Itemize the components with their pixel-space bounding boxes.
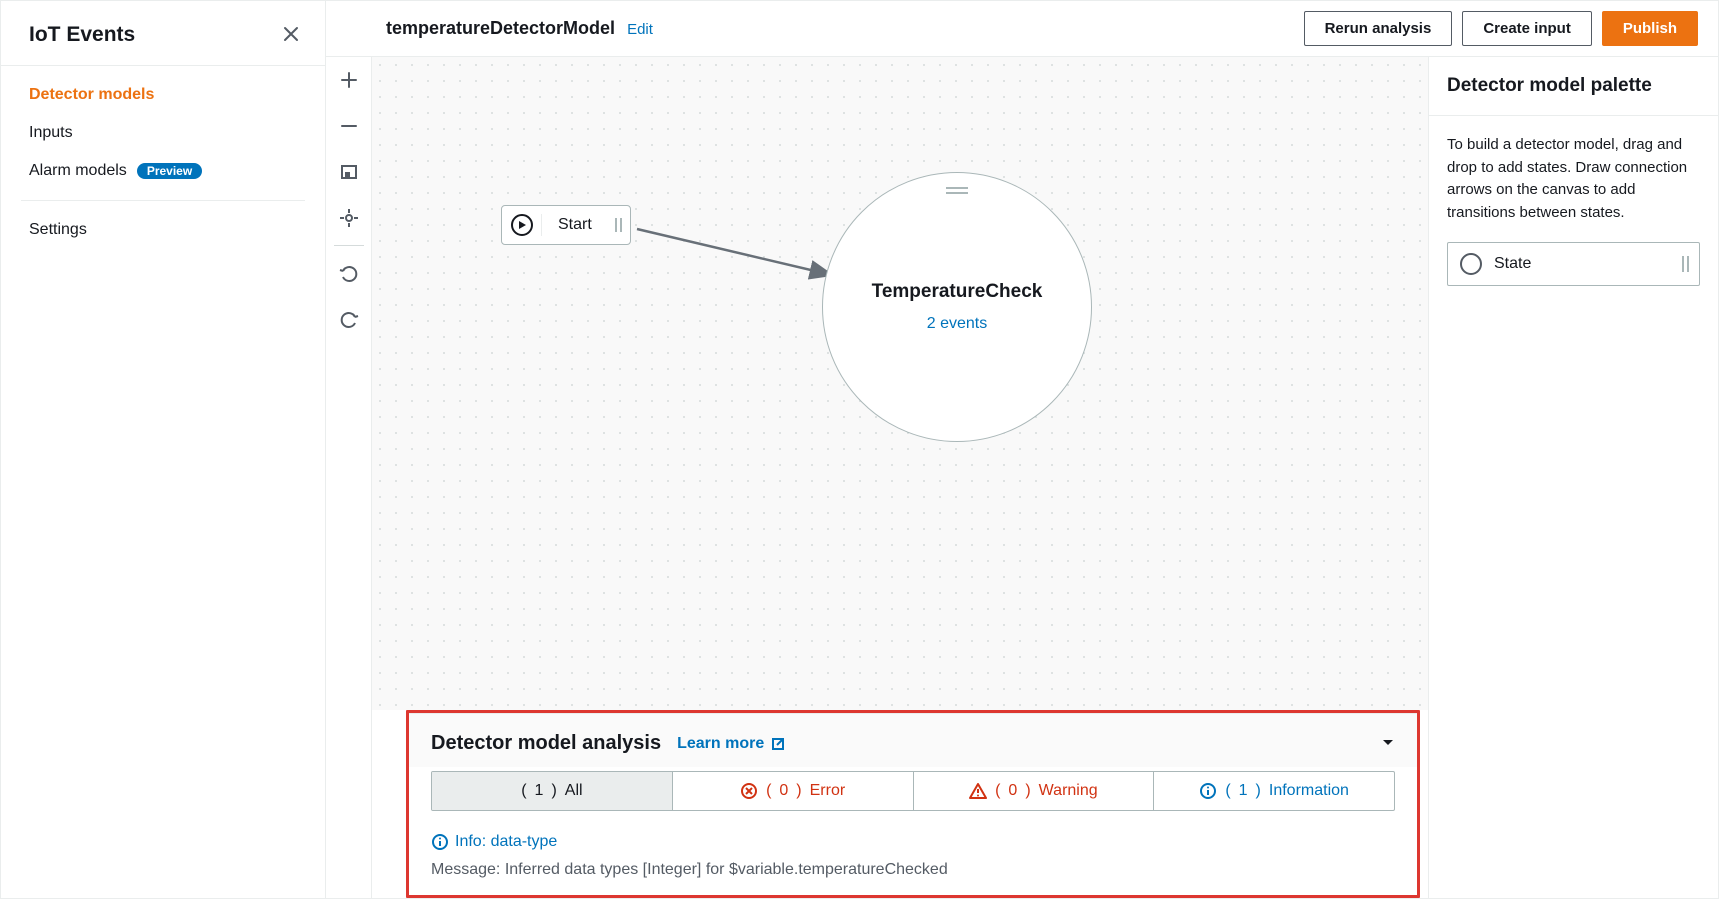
sidebar-item-label: Settings <box>29 221 87 239</box>
filter-information[interactable]: (1) Information <box>1154 772 1394 810</box>
analysis-item-title[interactable]: Info: data-type <box>455 833 557 851</box>
state-events-link[interactable]: 2 events <box>927 315 987 333</box>
play-icon <box>502 214 542 236</box>
filter-all[interactable]: (1) All <box>432 772 673 810</box>
sidebar-item-label: Inputs <box>29 124 73 142</box>
filter-error[interactable]: (0) Error <box>673 772 914 810</box>
collapse-icon[interactable] <box>1381 735 1395 749</box>
drag-handle-icon[interactable] <box>615 218 622 232</box>
warning-icon <box>969 782 987 800</box>
create-input-button[interactable]: Create input <box>1462 11 1592 46</box>
analysis-item-message: Message: Inferred data types [Integer] f… <box>431 861 1395 879</box>
info-icon <box>1199 782 1217 800</box>
external-link-icon <box>770 736 786 752</box>
fit-screen-icon[interactable] <box>326 149 372 195</box>
palette-panel: Detector model palette To build a detect… <box>1428 57 1718 898</box>
close-icon[interactable] <box>283 26 301 44</box>
zoom-out-icon[interactable] <box>326 103 372 149</box>
model-name: temperatureDetectorModel <box>386 18 615 39</box>
palette-description: To build a detector model, drag and drop… <box>1447 134 1700 224</box>
sidebar-item-label: Detector models <box>29 86 154 104</box>
tool-rail <box>326 57 372 898</box>
drag-handle-icon[interactable] <box>1682 256 1689 272</box>
start-node[interactable]: Start <box>501 205 631 245</box>
drag-handle-icon[interactable] <box>946 187 968 194</box>
learn-more-label: Learn more <box>677 735 764 753</box>
sidebar-item-settings[interactable]: Settings <box>1 211 325 249</box>
learn-more-link[interactable]: Learn more <box>677 735 786 753</box>
edit-link[interactable]: Edit <box>627 21 653 38</box>
nav-divider <box>21 200 305 201</box>
state-circle-icon <box>1460 253 1482 275</box>
undo-icon[interactable] <box>326 250 372 296</box>
info-icon <box>431 833 449 851</box>
tool-divider <box>334 245 364 246</box>
error-icon <box>740 782 758 800</box>
sidebar-item-alarm-models[interactable]: Alarm models Preview <box>1 152 325 190</box>
rerun-analysis-button[interactable]: Rerun analysis <box>1304 11 1453 46</box>
left-sidebar: IoT Events Detector models Inputs Alarm … <box>1 1 326 898</box>
palette-state-label: State <box>1494 255 1531 273</box>
canvas[interactable]: Start TemperatureCheck 2 events <box>372 57 1428 710</box>
sidebar-title: IoT Events <box>29 23 135 47</box>
center-icon[interactable] <box>326 195 372 241</box>
analysis-filter-row: (1) All (0) Error (0) Warning (1) I <box>431 771 1395 811</box>
filter-warning[interactable]: (0) Warning <box>914 772 1155 810</box>
zoom-in-icon[interactable] <box>326 57 372 103</box>
topbar: temperatureDetectorModel Edit Rerun anal… <box>326 1 1718 57</box>
preview-badge: Preview <box>137 163 202 179</box>
publish-button[interactable]: Publish <box>1602 11 1698 46</box>
state-node-temperature-check[interactable]: TemperatureCheck 2 events <box>822 172 1092 442</box>
sidebar-item-inputs[interactable]: Inputs <box>1 114 325 152</box>
state-name: TemperatureCheck <box>872 281 1043 303</box>
analysis-panel: Detector model analysis Learn more (1) A… <box>406 710 1420 898</box>
palette-state-item[interactable]: State <box>1447 242 1700 286</box>
analysis-title: Detector model analysis <box>431 732 661 755</box>
palette-title: Detector model palette <box>1429 57 1718 116</box>
redo-icon[interactable] <box>326 296 372 342</box>
sidebar-item-label: Alarm models <box>29 162 127 180</box>
sidebar-item-detector-models[interactable]: Detector models <box>1 76 325 114</box>
